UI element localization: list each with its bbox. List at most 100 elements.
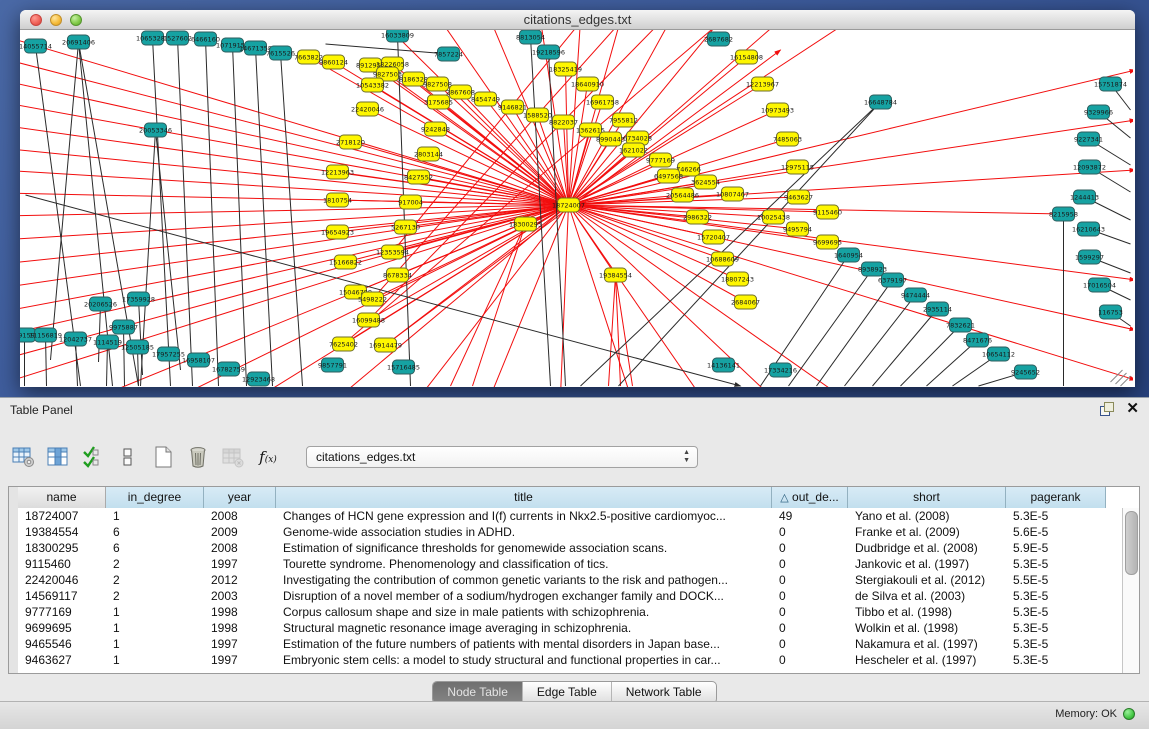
cell-title[interactable]: Changes of HCN gene expression and I(f) …	[276, 508, 772, 524]
graph-node-6497568[interactable]: 6497568	[654, 169, 683, 183]
column-header-out_degree[interactable]: △ out_de...	[772, 487, 848, 508]
graph-node-3624554[interactable]: 3624554	[691, 175, 720, 189]
show-columns-icon[interactable]	[45, 444, 71, 470]
graph-node-8215958[interactable]: 8215958	[1049, 207, 1078, 221]
graph-node-16958107[interactable]: 16958107	[182, 353, 215, 367]
graph-node-12975115[interactable]: 12975115	[781, 160, 814, 174]
cell-out_degree[interactable]: 0	[772, 636, 848, 652]
delete-table-icon[interactable]	[185, 444, 211, 470]
graph-node-16033809[interactable]: 16033809	[381, 30, 414, 42]
graph-node-9227341[interactable]: 9227341	[1074, 132, 1103, 146]
graph-node-9975887[interactable]: 9975887	[109, 320, 138, 334]
table-row[interactable]: 977716911998Corpus callosum shape and si…	[18, 604, 1122, 620]
graph-node-7485063[interactable]: 7485063	[773, 132, 802, 146]
cell-title[interactable]: Corpus callosum shape and size in male p…	[276, 604, 772, 620]
graph-node-20206526[interactable]: 20206526	[84, 297, 117, 311]
graph-node-2935114[interactable]: 2935114	[923, 302, 952, 316]
table-row[interactable]: 1830029562008Estimation of significance …	[18, 540, 1122, 556]
table-row[interactable]: 911546021997Tourette syndrome. Phenomeno…	[18, 556, 1122, 572]
cell-out_degree[interactable]: 0	[772, 572, 848, 588]
cell-pagerank[interactable]: 5.5E-5	[1006, 572, 1106, 588]
cell-title[interactable]: Estimation of significance thresholds fo…	[276, 540, 772, 556]
graph-node-7857224[interactable]: 7857224	[434, 47, 463, 61]
graph-node-9242848[interactable]: 9242848	[421, 122, 450, 136]
table-row[interactable]: 1456911722003Disruption of a novel membe…	[18, 588, 1122, 604]
row-height-icon[interactable]	[115, 444, 141, 470]
cell-year[interactable]: 2008	[204, 508, 276, 524]
window-titlebar[interactable]: citations_edges.txt	[20, 10, 1135, 30]
cell-name[interactable]: 18724007	[18, 508, 106, 524]
graph-node-12923468[interactable]: 12923468	[242, 372, 275, 386]
graph-node-116753[interactable]: 116753	[1098, 305, 1123, 319]
cell-year[interactable]: 2003	[204, 588, 276, 604]
graph-node-1810754[interactable]: 1810754	[323, 193, 352, 207]
graph-node-8822037[interactable]: 8822037	[549, 115, 578, 129]
graph-node-1114519[interactable]: 1114519	[93, 335, 122, 349]
graph-node-2687682[interactable]: 2687682	[704, 32, 733, 46]
edge-black[interactable]	[817, 280, 893, 386]
graph-node-9115460[interactable]: 9115460	[813, 205, 842, 219]
cell-in_degree[interactable]: 6	[106, 540, 204, 556]
cell-short[interactable]: Hescheler et al. (1997)	[848, 652, 1006, 668]
function-builder-icon[interactable]: f(x)	[255, 444, 281, 470]
graph-node-8813054[interactable]: 8813054	[516, 30, 545, 44]
table-row[interactable]: 1872400712008Changes of HCN gene express…	[18, 508, 1122, 524]
table-row[interactable]: 1938455462009Genome-wide association stu…	[18, 524, 1122, 540]
graph-node-16210643[interactable]: 16210643	[1072, 222, 1105, 236]
edge-red[interactable]	[421, 205, 569, 387]
table-row[interactable]: 946554611997Estimation of the future num…	[18, 636, 1122, 652]
edge-black[interactable]	[233, 45, 247, 386]
edge-red[interactable]	[20, 58, 569, 205]
graph-node-9860124[interactable]: 9860124	[319, 55, 348, 69]
graph-node-12042737[interactable]: 12042737	[59, 332, 92, 346]
graph-node-12213963[interactable]: 12213963	[321, 165, 354, 179]
graph-node-20053346[interactable]: 20053346	[139, 123, 172, 137]
graph-node-6379197[interactable]: 6379197	[878, 273, 907, 287]
cell-name[interactable]: 19384554	[18, 524, 106, 540]
tab-edge-table[interactable]: Edge Table	[523, 682, 612, 703]
edge-black[interactable]	[256, 48, 273, 386]
cell-title[interactable]: Structural magnetic resonance image aver…	[276, 620, 772, 636]
graph-node-7625402[interactable]: 7625402	[329, 337, 358, 351]
graph-node-7955812[interactable]: 7955812	[609, 113, 638, 127]
graph-node-16648784[interactable]: 16648784	[864, 95, 897, 109]
graph-node-10688609[interactable]: 10688609	[706, 252, 739, 266]
graph-node-15720407[interactable]: 15720407	[697, 230, 730, 244]
edge-black[interactable]	[901, 325, 961, 386]
cell-out_degree[interactable]: 0	[772, 620, 848, 636]
cell-name[interactable]: 9699695	[18, 620, 106, 636]
cell-in_degree[interactable]: 2	[106, 572, 204, 588]
scrollbar-thumb[interactable]	[1125, 511, 1138, 575]
memory-status-indicator[interactable]	[1123, 708, 1135, 720]
edge-black[interactable]	[26, 195, 741, 386]
edge-black[interactable]	[326, 44, 449, 54]
cell-pagerank[interactable]: 5.3E-5	[1006, 556, 1106, 572]
cell-name[interactable]: 9465546	[18, 636, 106, 652]
graph-node-9495794[interactable]: 9495794	[783, 222, 812, 236]
cell-year[interactable]: 1997	[204, 636, 276, 652]
column-header-year[interactable]: year	[204, 487, 276, 508]
table-row[interactable]: 946362711997Embryonic stem cells: a mode…	[18, 652, 1122, 668]
cell-in_degree[interactable]: 2	[106, 556, 204, 572]
cell-pagerank[interactable]: 5.3E-5	[1006, 652, 1106, 668]
cell-name[interactable]: 9777169	[18, 604, 106, 620]
cell-name[interactable]: 9115460	[18, 556, 106, 572]
cell-year[interactable]: 2008	[204, 540, 276, 556]
close-panel-icon[interactable]: ✕	[1126, 402, 1139, 416]
cell-title[interactable]: Embryonic stem cells: a model to study s…	[276, 652, 772, 668]
edge-black[interactable]	[281, 53, 303, 386]
graph-node-12213967[interactable]: 12213967	[746, 77, 779, 91]
graph-node-17334216[interactable]: 17334216	[764, 363, 797, 377]
edge-red[interactable]	[20, 205, 569, 288]
cell-year[interactable]: 2009	[204, 524, 276, 540]
graph-node-16914479[interactable]: 16914479	[369, 338, 402, 352]
graph-node-16782759[interactable]: 16782759	[212, 362, 245, 376]
float-panel-icon[interactable]	[1100, 402, 1114, 416]
graph-node-14136141[interactable]: 14136141	[707, 358, 740, 372]
graph-node-9245652[interactable]: 9245652	[1011, 365, 1040, 379]
graph-node-17957255[interactable]: 17957255	[152, 347, 185, 361]
graph-node-20691406[interactable]: 20691406	[62, 35, 95, 49]
edge-red[interactable]	[569, 70, 1134, 205]
graph-node-9474444[interactable]: 9474444	[901, 288, 930, 302]
graph-node-7832621[interactable]: 7832621	[946, 318, 975, 332]
